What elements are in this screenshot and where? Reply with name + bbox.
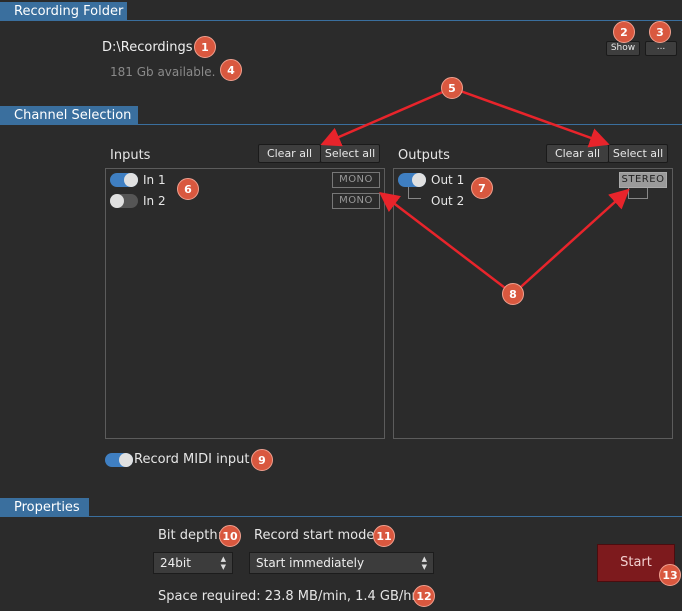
- arrow-to-inputs-select-all: [320, 86, 453, 147]
- annotation-arrows: [320, 86, 630, 295]
- badge-3: 3: [649, 21, 671, 43]
- badge-6: 6: [177, 178, 199, 200]
- badge-13: 13: [659, 564, 681, 586]
- badge-8: 8: [502, 283, 524, 305]
- badge-2: 2: [613, 21, 635, 43]
- badge-9: 9: [251, 449, 273, 471]
- arrow-to-input-mono-tag: [379, 191, 514, 295]
- badge-7: 7: [471, 177, 493, 199]
- badge-12: 12: [413, 585, 435, 607]
- badge-4: 4: [220, 59, 242, 81]
- badge-10: 10: [219, 525, 241, 547]
- badge-11: 11: [373, 525, 395, 547]
- badge-1: 1: [194, 36, 216, 58]
- arrow-to-output-stereo-tag: [512, 188, 630, 295]
- arrow-to-outputs-select-all: [451, 86, 610, 148]
- badge-5: 5: [441, 77, 463, 99]
